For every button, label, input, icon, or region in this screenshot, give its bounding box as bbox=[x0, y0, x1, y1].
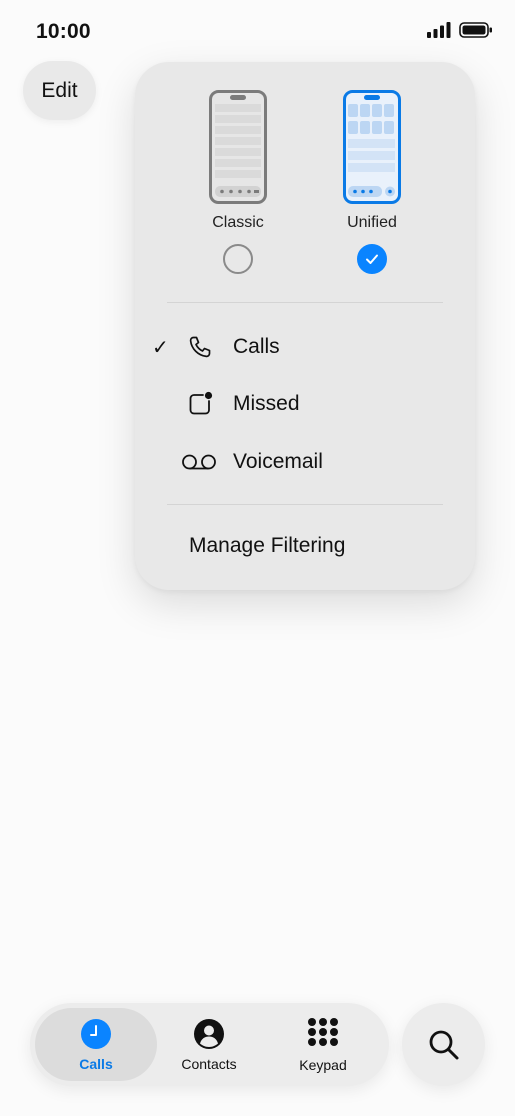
layout-label-unified: Unified bbox=[347, 214, 397, 231]
unified-radio[interactable] bbox=[357, 244, 387, 274]
menu-item-voicemail[interactable]: Voicemail bbox=[135, 440, 475, 484]
checkmark-icon bbox=[366, 254, 378, 264]
edit-button[interactable]: Edit bbox=[23, 61, 96, 120]
status-icons bbox=[427, 22, 493, 38]
search-button[interactable] bbox=[402, 1003, 485, 1086]
classic-layout-preview bbox=[209, 90, 267, 204]
phone-icon bbox=[185, 332, 215, 362]
menu-item-calls[interactable]: ✓ Calls bbox=[135, 325, 475, 369]
person-icon bbox=[194, 1018, 224, 1049]
layout-option-classic[interactable]: Classic bbox=[178, 90, 298, 274]
status-time: 10:00 bbox=[36, 20, 91, 43]
classic-radio[interactable] bbox=[223, 244, 253, 274]
layout-label-classic: Classic bbox=[212, 214, 264, 231]
missed-icon bbox=[185, 389, 215, 419]
voicemail-icon bbox=[181, 447, 217, 477]
menu-item-label: Calls bbox=[233, 335, 280, 358]
battery-icon bbox=[459, 22, 492, 38]
menu-divider bbox=[167, 504, 443, 505]
menu-item-label: Voicemail bbox=[233, 450, 323, 473]
clock-icon bbox=[81, 1018, 111, 1049]
tab-label: Keypad bbox=[299, 1056, 347, 1073]
tab-calls[interactable]: Calls bbox=[35, 1008, 157, 1081]
tab-bar: Calls Contacts Keypad bbox=[30, 1003, 389, 1086]
tab-label: Contacts bbox=[181, 1055, 237, 1072]
tab-keypad[interactable]: Keypad bbox=[263, 1008, 383, 1081]
menu-divider bbox=[167, 302, 443, 303]
manage-filtering-button[interactable]: Manage Filtering bbox=[189, 534, 345, 558]
search-icon bbox=[429, 1030, 458, 1059]
unified-layout-preview bbox=[343, 90, 401, 204]
tab-contacts[interactable]: Contacts bbox=[149, 1008, 269, 1081]
layout-option-unified[interactable]: Unified bbox=[312, 90, 432, 274]
phone-app-screen: 10:00 Edit Classic Unified ✓ Calls Misse… bbox=[0, 0, 515, 1116]
tab-label: Calls bbox=[79, 1055, 113, 1072]
menu-item-missed[interactable]: Missed bbox=[135, 382, 475, 426]
checkmark-icon: ✓ bbox=[152, 336, 169, 359]
menu-item-label: Missed bbox=[233, 392, 300, 415]
filter-popover: Classic Unified ✓ Calls Missed Voicemail… bbox=[135, 62, 475, 590]
signal-icon bbox=[427, 22, 451, 38]
keypad-icon bbox=[308, 1017, 338, 1046]
